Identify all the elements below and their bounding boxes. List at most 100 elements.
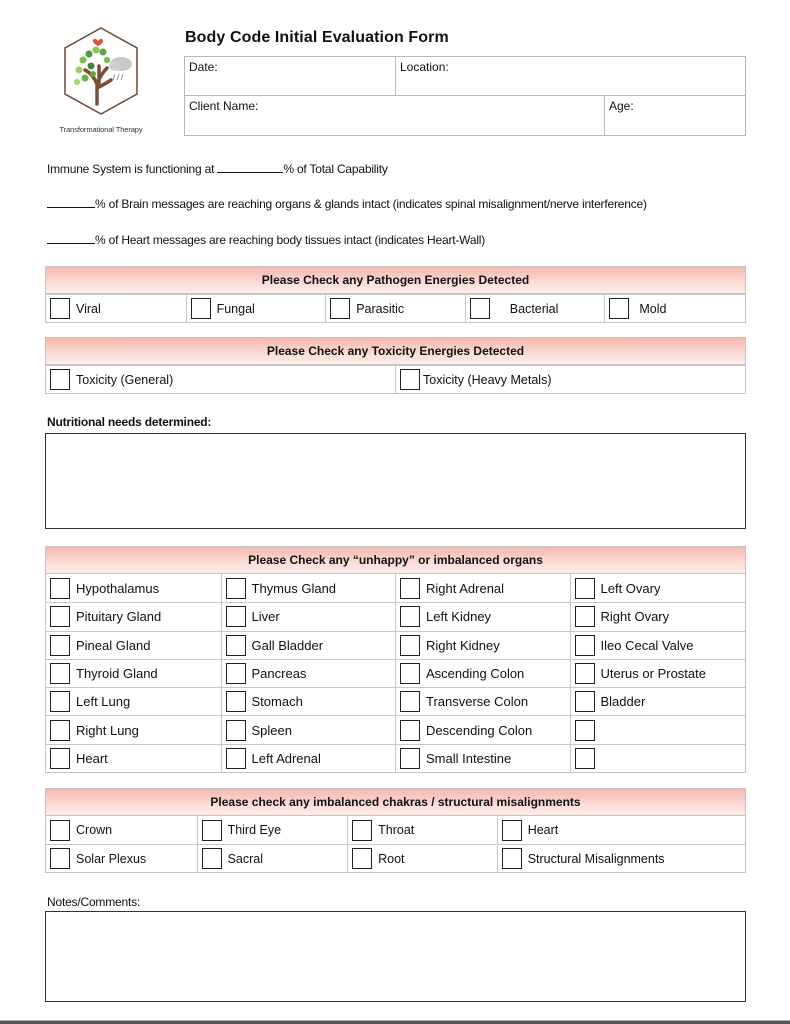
checkbox[interactable] <box>574 719 595 741</box>
checkbox[interactable] <box>330 298 351 319</box>
checkbox[interactable] <box>50 634 70 656</box>
pathogen-item-fungal[interactable]: Fungal <box>185 295 326 322</box>
organ-item[interactable]: Pancreas <box>220 659 396 688</box>
checkbox[interactable] <box>50 691 70 713</box>
organ-item[interactable]: Small Intestine <box>395 744 570 773</box>
checkbox[interactable] <box>400 577 420 599</box>
organ-item[interactable]: Liver <box>220 603 396 631</box>
organ-item[interactable]: Ascending Colon <box>395 659 570 688</box>
checkbox[interactable] <box>225 663 246 685</box>
checkbox[interactable] <box>225 634 246 656</box>
checkbox[interactable] <box>400 606 420 628</box>
checkbox[interactable] <box>50 606 70 628</box>
checkbox[interactable] <box>352 848 373 869</box>
checkbox[interactable] <box>574 577 595 599</box>
organ-item[interactable]: Heart <box>46 745 221 772</box>
checkbox[interactable] <box>574 747 595 769</box>
checkbox[interactable] <box>50 663 70 685</box>
chakra-item[interactable]: Solar Plexus <box>46 845 197 872</box>
organ-item[interactable]: Spleen <box>220 716 396 744</box>
checkbox[interactable] <box>50 298 70 319</box>
checkbox[interactable] <box>609 298 630 319</box>
chakra-item[interactable]: Structural Misalignments <box>496 845 745 872</box>
organs-section: Please Check any “unhappy” or imbalanced… <box>45 546 746 774</box>
chakra-item[interactable]: Throat <box>347 816 497 844</box>
checkbox[interactable] <box>201 848 222 869</box>
organ-item[interactable] <box>569 716 746 744</box>
organ-item[interactable]: Hypothalamus <box>46 574 221 602</box>
checkbox[interactable] <box>469 298 490 319</box>
organ-item[interactable]: Left Ovary <box>569 574 746 603</box>
organ-item[interactable]: Pineal Gland <box>46 632 221 659</box>
checkbox[interactable] <box>50 719 70 741</box>
date-field[interactable]: Date: <box>185 57 396 96</box>
checkbox[interactable] <box>201 819 222 841</box>
location-field[interactable]: Location: <box>396 57 745 96</box>
checkbox[interactable] <box>501 848 522 869</box>
checkbox[interactable] <box>352 819 373 841</box>
chakra-item[interactable]: Heart <box>496 816 745 844</box>
brain-percent-blank[interactable] <box>47 196 95 208</box>
chakra-item[interactable]: Root <box>347 845 497 872</box>
chakra-item[interactable]: Third Eye <box>196 816 348 844</box>
heart-percent-blank[interactable] <box>47 232 95 244</box>
organ-item[interactable]: Left Lung <box>46 688 221 715</box>
nutritional-textarea[interactable] <box>45 433 746 529</box>
checkbox[interactable] <box>400 634 420 656</box>
organ-item[interactable]: Stomach <box>220 688 396 716</box>
checkbox[interactable] <box>400 369 420 390</box>
pathogen-item-viral[interactable]: Viral <box>46 295 186 322</box>
organ-item[interactable]: Ileo Cecal Valve <box>569 631 746 659</box>
checkbox[interactable] <box>225 691 246 713</box>
toxicity-item-heavy-metals[interactable]: Toxicity (Heavy Metals) <box>395 366 745 393</box>
checkbox[interactable] <box>574 691 595 713</box>
pathogen-item-bacterial[interactable]: Bacterial <box>464 295 605 322</box>
organ-item[interactable]: Right Ovary <box>569 603 746 631</box>
checkbox[interactable] <box>190 298 211 319</box>
checkbox-label: Solar Plexus <box>76 851 147 866</box>
organ-item[interactable]: Thyroid Gland <box>46 660 221 687</box>
toxicity-item-general[interactable]: Toxicity (General) <box>46 366 395 393</box>
organ-item[interactable] <box>569 744 746 773</box>
organ-item[interactable]: Right Lung <box>46 716 221 743</box>
client-name-field[interactable]: Client Name: <box>185 96 605 135</box>
checkbox-label: Toxicity (General) <box>76 372 174 387</box>
checkbox[interactable] <box>225 719 246 741</box>
chakra-item[interactable]: Crown <box>46 816 197 844</box>
checkbox-label: Right Lung <box>76 722 139 738</box>
checkbox[interactable] <box>400 691 420 713</box>
checkbox[interactable] <box>400 747 420 769</box>
organ-item[interactable]: Pituitary Gland <box>46 603 221 630</box>
checkbox[interactable] <box>50 819 70 841</box>
organ-item[interactable]: Descending Colon <box>395 716 570 744</box>
organ-item[interactable]: Left Kidney <box>395 603 570 631</box>
chakra-item[interactable]: Sacral <box>196 845 348 872</box>
organ-item[interactable]: Transverse Colon <box>395 688 570 716</box>
checkbox[interactable] <box>225 747 246 769</box>
checkbox[interactable] <box>225 606 246 628</box>
checkbox[interactable] <box>574 634 595 656</box>
checkbox[interactable] <box>501 819 522 841</box>
organ-item[interactable]: Uterus or Prostate <box>569 659 746 688</box>
organ-item[interactable]: Left Adrenal <box>220 744 396 773</box>
pathogen-item-mold[interactable]: Mold <box>604 295 745 322</box>
checkbox[interactable] <box>50 747 70 769</box>
age-field[interactable]: Age: <box>605 96 745 135</box>
organ-item[interactable]: Right Adrenal <box>395 574 570 603</box>
pathogen-item-parasitic[interactable]: Parasitic <box>325 295 465 322</box>
checkbox-label: Left Lung <box>76 694 131 710</box>
checkbox[interactable] <box>225 577 246 599</box>
checkbox[interactable] <box>50 577 70 599</box>
immune-percent-blank[interactable] <box>217 161 284 173</box>
checkbox[interactable] <box>400 663 420 685</box>
organ-item[interactable]: Bladder <box>569 688 746 716</box>
checkbox[interactable] <box>574 663 595 685</box>
notes-textarea[interactable] <box>45 911 746 1002</box>
checkbox[interactable] <box>50 848 70 869</box>
organ-item[interactable]: Gall Bladder <box>220 631 396 659</box>
organ-item[interactable]: Thymus Gland <box>220 574 396 603</box>
checkbox[interactable] <box>50 369 70 390</box>
organ-item[interactable]: Right Kidney <box>395 631 570 659</box>
checkbox[interactable] <box>400 719 420 741</box>
checkbox[interactable] <box>574 606 595 628</box>
